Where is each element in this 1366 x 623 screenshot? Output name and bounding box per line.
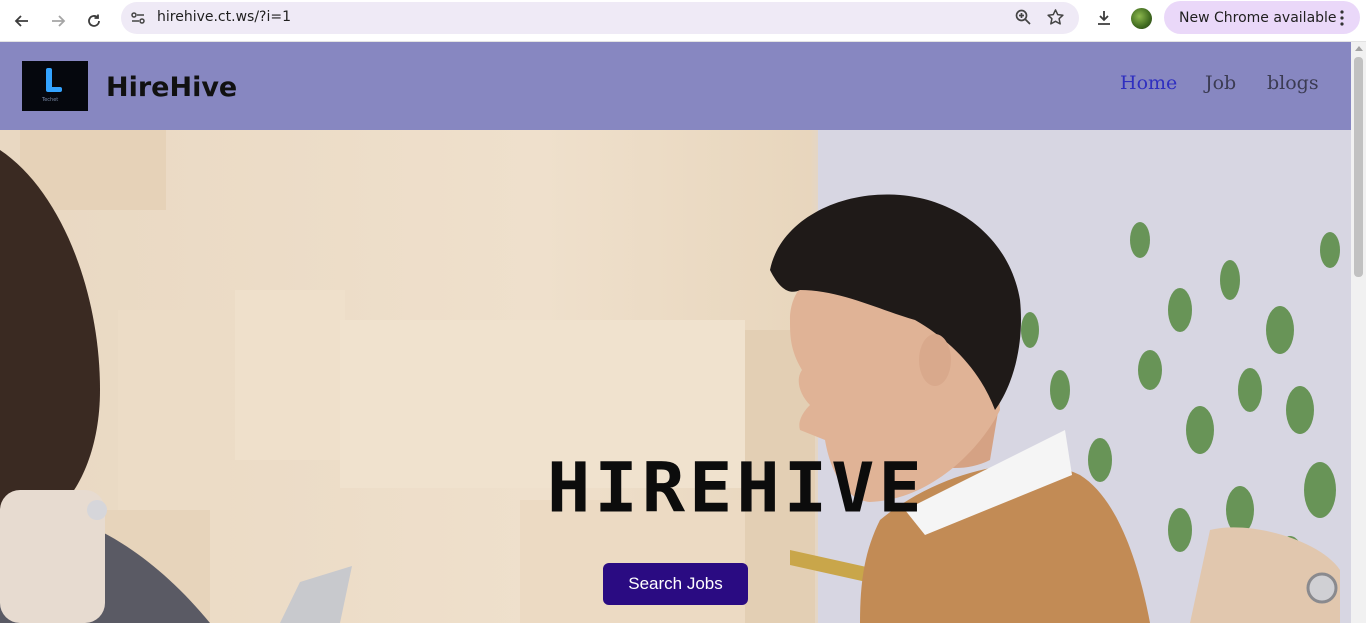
zoom-icon[interactable] — [1014, 8, 1032, 31]
page-scrollbar[interactable] — [1351, 42, 1366, 623]
browser-toolbar: hirehive.ct.ws/?i=1 New Chrome available — [0, 0, 1366, 42]
chrome-update-label: New Chrome available — [1179, 10, 1337, 26]
hero-section: HIREHIVE Search Jobs — [0, 130, 1351, 623]
nav-blogs[interactable]: blogs — [1267, 72, 1319, 94]
download-icon[interactable] — [1094, 8, 1114, 33]
nav-job[interactable]: Job — [1205, 72, 1236, 94]
scroll-up-arrow-icon[interactable] — [1355, 46, 1363, 51]
chrome-update-button[interactable]: New Chrome available — [1164, 1, 1360, 34]
scrollbar-thumb[interactable] — [1354, 57, 1363, 277]
back-button[interactable] — [10, 9, 34, 33]
reload-icon — [88, 14, 100, 27]
nav-home[interactable]: Home — [1120, 72, 1177, 94]
reload-button[interactable] — [82, 9, 106, 33]
bookmark-star-icon[interactable] — [1046, 8, 1065, 32]
address-bar[interactable]: hirehive.ct.ws/?i=1 — [121, 2, 1079, 34]
hero-background-image — [0, 130, 1351, 623]
site-header: Techet HireHive Home Job blogs — [0, 42, 1351, 130]
url-text[interactable]: hirehive.ct.ws/?i=1 — [157, 9, 291, 25]
hero-title: HIREHIVE — [547, 448, 926, 528]
site-logo[interactable]: Techet — [22, 61, 88, 111]
more-vertical-icon[interactable] — [1338, 9, 1346, 32]
arrow-left-icon — [14, 15, 28, 27]
arrow-right-icon — [52, 15, 66, 27]
search-jobs-button[interactable]: Search Jobs — [603, 563, 748, 605]
profile-avatar[interactable] — [1131, 8, 1152, 29]
forward-button[interactable] — [46, 9, 70, 33]
brand-name[interactable]: HireHive — [106, 72, 237, 103]
site-info-icon[interactable] — [129, 9, 147, 32]
logo-text: Techet — [42, 97, 59, 103]
